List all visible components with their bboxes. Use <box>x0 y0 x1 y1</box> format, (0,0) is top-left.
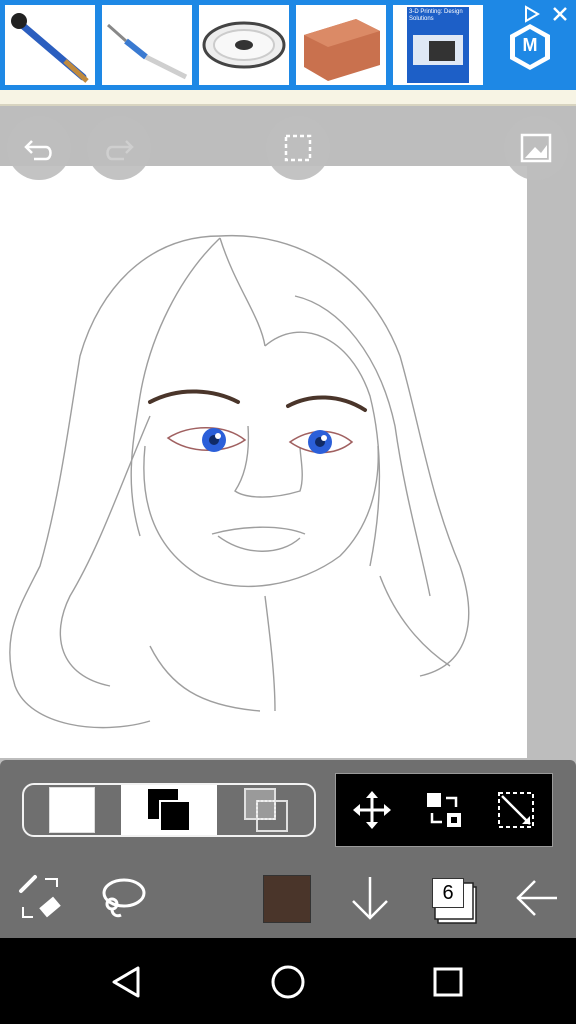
brush-eraser-swap-icon <box>19 875 61 918</box>
nav-back-button[interactable] <box>104 958 152 1006</box>
undo-icon <box>24 140 52 161</box>
current-color-swatch[interactable] <box>263 875 311 923</box>
white-fill-mode[interactable] <box>24 785 121 835</box>
arrow-left-icon <box>516 880 557 916</box>
layer-mode-selector[interactable] <box>22 783 316 837</box>
ad-thumb-book-cover[interactable]: 3-D Printing: Design Solutions <box>393 5 483 85</box>
brand-badge[interactable]: M <box>508 22 552 72</box>
layer-clip-mode[interactable] <box>217 785 314 835</box>
move-icon <box>353 791 391 829</box>
close-icon[interactable] <box>550 4 570 24</box>
undo-button[interactable] <box>7 116 71 180</box>
layer-stack-icon <box>148 789 191 832</box>
image-icon <box>520 133 552 163</box>
nav-recents-icon <box>433 967 463 997</box>
ad-banner[interactable]: 3-D Printing: Design Solutions M <box>0 0 576 90</box>
layer-clip-icon <box>243 788 288 832</box>
ad-thumb-filament-spool[interactable] <box>199 5 289 85</box>
move-button[interactable] <box>347 785 397 835</box>
transform-tools <box>335 773 553 847</box>
redo-button[interactable] <box>87 116 151 180</box>
nav-home-button[interactable] <box>264 958 312 1006</box>
ad-thumb-clay-brick[interactable] <box>296 5 386 85</box>
white-fill-icon <box>49 787 96 833</box>
brand-badge-letter: M <box>522 35 538 55</box>
ad-thumb-tube-brush[interactable] <box>5 5 95 85</box>
layers-count: 6 <box>432 878 464 908</box>
lasso-icon <box>102 878 146 918</box>
nav-recents-button[interactable] <box>424 958 472 1006</box>
layer-stack-mode[interactable] <box>120 785 218 835</box>
drawing-canvas[interactable] <box>0 166 527 758</box>
redo-icon <box>106 140 134 161</box>
book-cover-title: 3-D Printing: Design Solutions <box>409 9 463 22</box>
ad-divider <box>0 90 576 106</box>
nav-back-icon <box>112 966 140 998</box>
flip-button[interactable] <box>419 785 469 835</box>
image-button[interactable] <box>504 116 568 180</box>
selection-button[interactable] <box>266 116 330 180</box>
brush-eraser-swap-button[interactable] <box>12 870 68 926</box>
arrow-down-icon <box>352 877 388 920</box>
resize-button[interactable] <box>491 785 541 835</box>
flip-icon <box>427 793 461 827</box>
nav-home-icon <box>271 965 305 999</box>
selection-icon <box>284 134 312 162</box>
resize-icon <box>498 792 534 828</box>
lasso-button[interactable] <box>94 870 150 926</box>
adchoices-icon[interactable] <box>522 4 542 24</box>
ad-thumb-craft-knife[interactable] <box>102 5 192 85</box>
back-button[interactable] <box>508 870 564 926</box>
portrait-sketch <box>9 234 470 729</box>
download-button[interactable] <box>342 870 398 926</box>
